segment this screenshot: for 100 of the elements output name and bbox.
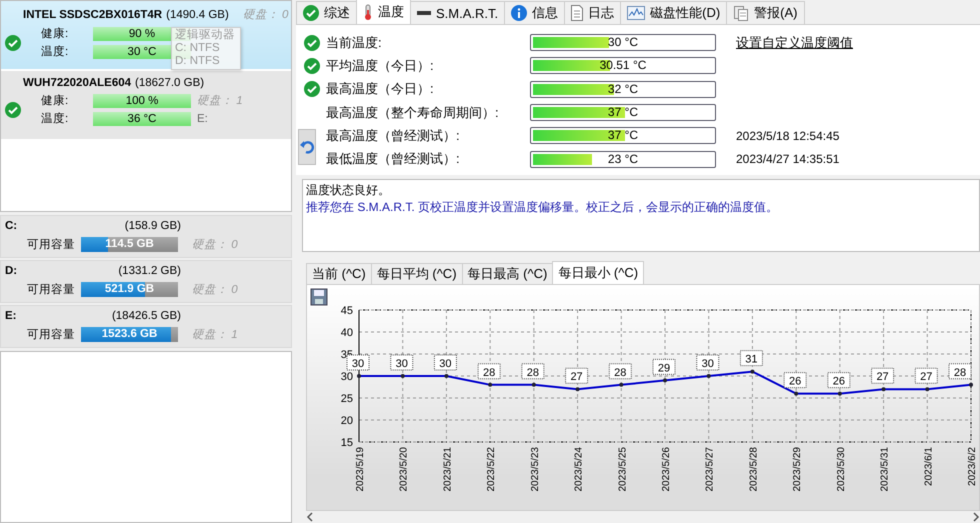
data-label: 28 xyxy=(526,366,539,378)
x-tick-label: 2023/5/28 xyxy=(748,446,760,492)
data-label: 28 xyxy=(478,362,501,379)
disk-name: WUH722020ALE604 xyxy=(23,77,132,89)
data-label: 28 xyxy=(608,362,632,379)
chart-tab[interactable]: 每日最小 (^C) xyxy=(552,260,644,284)
data-point xyxy=(882,386,886,391)
data-point xyxy=(925,386,930,391)
hint-text: 推荐您在 S.M.A.R.T. 页校正温度并设置温度偏移量。校正之后，会显示的正确的温度值。 xyxy=(306,198,780,216)
x-tick-label: 2023/6/2 xyxy=(967,446,975,486)
disk-size: (1490.4 GB) xyxy=(166,9,229,21)
data-label: 28 xyxy=(948,362,972,379)
data-point xyxy=(576,386,580,391)
volume-card[interactable]: E: (18426.5 GB) 可用容量 1523.6 GB 硬盘： 1 xyxy=(0,305,292,348)
data-label: 30 xyxy=(352,358,364,370)
x-tick-label: 2023/5/30 xyxy=(836,446,847,492)
reset-button[interactable] xyxy=(298,129,316,165)
temperature-bar: 23 °C xyxy=(530,150,716,168)
x-tick-label: 2023/5/31 xyxy=(880,446,891,492)
x-tick-label: 2023/5/24 xyxy=(574,446,585,492)
data-label: 30 xyxy=(696,354,720,370)
check-icon xyxy=(304,58,320,74)
data-point xyxy=(444,374,448,378)
data-point xyxy=(488,382,492,386)
health-bar: 100 % xyxy=(93,94,191,108)
x-tick-label: 2023/5/22 xyxy=(486,446,498,492)
undo-icon xyxy=(300,140,314,154)
data-label: 29 xyxy=(658,362,670,374)
data-label: 30 xyxy=(396,358,408,370)
volume-letter: C: xyxy=(5,220,18,232)
health-label: 健康: xyxy=(41,93,70,108)
document-icon xyxy=(571,5,584,21)
tab[interactable]: 温度 xyxy=(356,0,411,24)
data-label: 26 xyxy=(784,372,807,388)
data-point xyxy=(706,374,711,378)
data-point xyxy=(619,382,624,386)
y-tick-label: 30 xyxy=(340,370,353,383)
data-point xyxy=(400,374,405,378)
check-icon xyxy=(5,102,21,118)
x-tick-label: 2023/5/25 xyxy=(617,446,628,492)
save-icon[interactable] xyxy=(310,288,328,306)
temperature-label: 最高温度（曾经测试）: xyxy=(326,126,461,145)
temperature-bar: 37 °C xyxy=(530,127,716,144)
check-icon xyxy=(304,34,320,51)
y-tick-label: 40 xyxy=(340,326,353,339)
scroll-right-icon[interactable] xyxy=(972,512,980,522)
data-label: 26 xyxy=(827,372,850,388)
disk-number: 硬盘： 0 xyxy=(192,238,238,252)
data-label: 27 xyxy=(914,367,938,384)
dash-icon xyxy=(417,11,431,15)
threshold-link[interactable]: 设置自定义温度阈值 xyxy=(736,34,853,52)
x-tick-label: 2023/6/1 xyxy=(923,446,934,486)
data-label: 30 xyxy=(390,354,414,370)
scrollbar[interactable] xyxy=(306,510,980,523)
tab[interactable]: 综述 xyxy=(296,1,357,24)
chart-tab[interactable]: 每日最高 (^C) xyxy=(462,262,554,284)
temperature-bar: 37 °C xyxy=(530,104,716,122)
data-label: 27 xyxy=(871,367,894,384)
disk-item[interactable]: WUH722020ALE604 (18627.0 GB) 健康: 100 % 硬盘： 1 温度: 36 °C E: xyxy=(1,71,291,141)
tab[interactable]: 信息 xyxy=(504,1,566,24)
data-label: 28 xyxy=(521,362,544,379)
data-label: 27 xyxy=(876,370,889,383)
data-point xyxy=(969,382,973,386)
disk-number: 硬盘： 0 xyxy=(192,282,238,297)
x-tick-label: 2023/5/26 xyxy=(661,446,672,492)
data-label: 30 xyxy=(434,354,457,370)
capacity-bar: 1523.6 GB xyxy=(81,327,178,342)
disk-number: 硬盘： 1 xyxy=(192,328,238,342)
data-label: 30 xyxy=(439,358,452,370)
info-icon xyxy=(511,5,528,21)
tab[interactable]: 日志 xyxy=(564,1,622,24)
x-tick-label: 2023/5/19 xyxy=(355,446,366,492)
data-point xyxy=(794,391,798,396)
check-icon xyxy=(303,5,319,21)
volume-letter: E: xyxy=(5,310,18,322)
data-label: 30 xyxy=(702,358,714,370)
data-label: 28 xyxy=(614,366,626,378)
chart-tab[interactable]: 当前 (^C) xyxy=(306,262,372,284)
temperature-label: 温度: xyxy=(41,44,70,59)
temperature-bar: 36 °C xyxy=(93,112,191,126)
disk-size: (18627.0 GB) xyxy=(135,77,204,89)
check-icon xyxy=(304,81,320,98)
timestamp: 2023/5/18 12:54:45 xyxy=(736,128,840,143)
data-label: 28 xyxy=(954,366,966,378)
volume-size: (158.9 GB) xyxy=(124,220,181,232)
tab[interactable]: 警报(A) xyxy=(726,1,805,24)
free-space-label: 可用容量 xyxy=(27,237,75,252)
timestamp: 2023/4/27 14:35:51 xyxy=(736,152,840,166)
scroll-left-icon[interactable] xyxy=(306,512,314,522)
data-label: 27 xyxy=(570,370,583,383)
data-label: 27 xyxy=(920,370,932,383)
x-tick-label: 2023/5/20 xyxy=(398,446,410,492)
data-label: 31 xyxy=(745,353,758,366)
chart-tab[interactable]: 每日平均 (^C) xyxy=(370,262,463,284)
temperature-label: 最高温度（整个寿命周期间）: xyxy=(326,104,500,122)
y-tick-label: 20 xyxy=(340,414,353,427)
graph-icon xyxy=(627,6,646,20)
check-icon xyxy=(5,34,21,50)
thermometer-icon xyxy=(363,4,373,20)
data-point xyxy=(750,369,754,374)
